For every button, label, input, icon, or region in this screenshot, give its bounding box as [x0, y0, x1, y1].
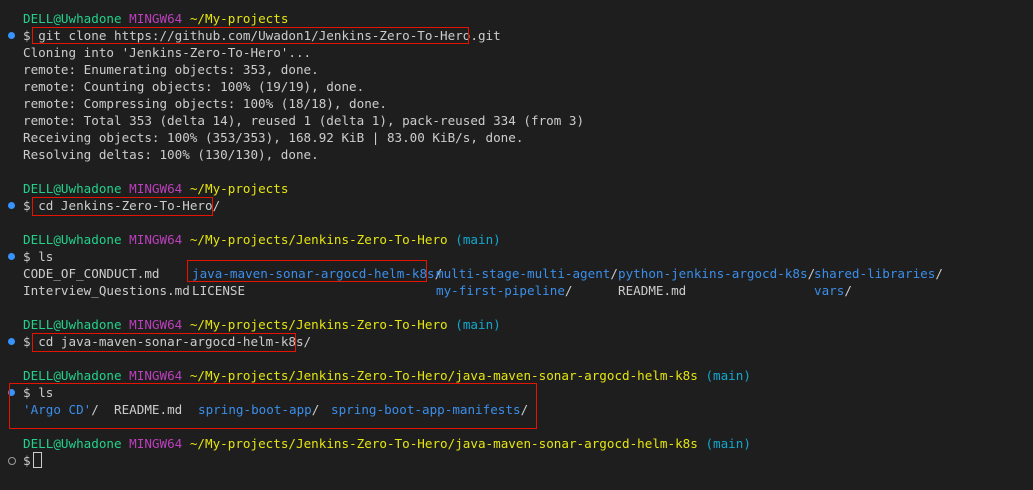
prompt-shell: MINGW64: [129, 436, 183, 451]
output-line: remote: Total 353 (delta 14), reused 1 (…: [23, 113, 585, 128]
prompt-path: ~/My-projects/Jenkins-Zero-To-Hero/java-…: [189, 436, 698, 451]
command-text: ls: [38, 385, 54, 400]
file-entry: Interview_Questions.md: [23, 283, 190, 298]
dir-slash: /: [311, 402, 320, 417]
command-line: $ git clone https://github.com/Uwadon1/J…: [0, 27, 1033, 44]
dir-entry: vars/: [814, 282, 852, 299]
file-entry: LICENSE: [192, 283, 246, 298]
command-text: git clone https://github.com/Uwadon1/Jen…: [38, 28, 501, 43]
prompt-header: DELL@Uwhadone MINGW64 ~/My-projects: [0, 10, 1033, 27]
dir-slash: /: [844, 283, 852, 298]
prompt-shell: MINGW64: [129, 368, 183, 383]
dir-entry: multi-stage-multi-agent/: [436, 265, 618, 282]
output-line: remote: Counting objects: 100% (19/19), …: [23, 79, 365, 94]
command-success-dot-icon[interactable]: [8, 338, 15, 345]
command-text: ls: [38, 249, 54, 264]
dir-entry: 'Argo CD'/: [23, 401, 99, 418]
prompt-user-host: DELL@Uwhadone: [23, 181, 122, 196]
prompt-header: DELL@Uwhadone MINGW64 ~/My-projects: [0, 180, 1033, 197]
prompt-symbol: $: [23, 453, 31, 468]
prompt-symbol: $: [23, 28, 31, 43]
prompt-user-host: DELL@Uwhadone: [23, 317, 122, 332]
dir-name: spring-boot-app: [198, 402, 312, 417]
dir-entry: python-jenkins-argocd-k8s/: [618, 265, 815, 282]
command-text: cd Jenkins-Zero-To-Hero/: [38, 198, 221, 213]
prompt-user-host: DELL@Uwhadone: [23, 11, 122, 26]
git-branch: (main): [705, 436, 751, 451]
terminal-cursor[interactable]: [32, 452, 42, 468]
command-success-dot-icon[interactable]: [8, 253, 15, 260]
prompt-header: DELL@Uwhadone MINGW64 ~/My-projects/Jenk…: [0, 367, 1033, 384]
prompt-shell: MINGW64: [129, 181, 183, 196]
dir-name: my-first-pipeline: [436, 283, 565, 298]
prompt-user-host: DELL@Uwhadone: [23, 232, 122, 247]
output-line: Cloning into 'Jenkins-Zero-To-Hero'...: [23, 45, 312, 60]
dir-entry: my-first-pipeline/: [436, 282, 573, 299]
ls-row: Interview_Questions.md LICENSE my-first-…: [0, 282, 1033, 299]
terminal-window[interactable]: DELL@Uwhadone MINGW64 ~/My-projects $ gi…: [0, 0, 1033, 490]
pending-command-dot-icon: [8, 457, 16, 465]
prompt-header: DELL@Uwhadone MINGW64 ~/My-projects/Jenk…: [0, 316, 1033, 333]
prompt-symbol: $: [23, 334, 31, 349]
output-line: Resolving deltas: 100% (130/130), done.: [23, 147, 319, 162]
command-text: cd java-maven-sonar-argocd-helm-k8s/: [38, 334, 312, 349]
command-line: $ cd java-maven-sonar-argocd-helm-k8s/: [0, 333, 1033, 350]
dir-entry: shared-libraries/: [814, 265, 943, 282]
file-entry: README.md: [114, 402, 183, 417]
dir-slash: /: [91, 402, 99, 417]
ls-row: 'Argo CD'/ README.md spring-boot-app/ sp…: [0, 401, 1033, 418]
dir-name: vars: [814, 283, 845, 298]
command-line: $ ls: [0, 248, 1033, 265]
command-success-dot-icon[interactable]: [8, 389, 15, 396]
prompt-shell: MINGW64: [129, 11, 183, 26]
output-line: Receiving objects: 100% (353/353), 168.9…: [23, 130, 524, 145]
ls-row: CODE_OF_CONDUCT.md java-maven-sonar-argo…: [0, 265, 1033, 282]
file-entry: README.md: [618, 283, 687, 298]
command-success-dot-icon[interactable]: [8, 32, 15, 39]
prompt-path: ~/My-projects/Jenkins-Zero-To-Hero/java-…: [189, 368, 698, 383]
active-command-line[interactable]: $: [0, 452, 1033, 469]
output-line: remote: Compressing objects: 100% (18/18…: [23, 96, 387, 111]
command-success-dot-icon[interactable]: [8, 202, 15, 209]
git-branch: (main): [455, 232, 501, 247]
prompt-path: ~/My-projects/Jenkins-Zero-To-Hero: [189, 232, 448, 247]
prompt-path: ~/My-projects: [189, 181, 289, 196]
dir-slash: /: [610, 266, 618, 281]
dir-name: shared-libraries: [814, 266, 936, 281]
command-line: $ cd Jenkins-Zero-To-Hero/: [0, 197, 1033, 214]
prompt-header: DELL@Uwhadone MINGW64 ~/My-projects/Jenk…: [0, 435, 1033, 452]
dir-slash: /: [520, 402, 529, 417]
dir-name: java-maven-sonar-argocd-helm-k8s: [192, 266, 435, 281]
prompt-path: ~/My-projects: [189, 11, 289, 26]
prompt-symbol: $: [23, 385, 31, 400]
command-line: $ ls: [0, 384, 1033, 401]
git-branch: (main): [455, 317, 501, 332]
dir-slash: /: [564, 283, 573, 298]
prompt-shell: MINGW64: [129, 317, 183, 332]
dir-name: 'Argo CD': [23, 402, 92, 417]
dir-entry: spring-boot-app/: [198, 401, 319, 418]
dir-slash: /: [935, 266, 943, 281]
file-entry: CODE_OF_CONDUCT.md: [23, 266, 160, 281]
dir-name: python-jenkins-argocd-k8s: [618, 266, 808, 281]
prompt-symbol: $: [23, 249, 31, 264]
prompt-user-host: DELL@Uwhadone: [23, 368, 122, 383]
prompt-shell: MINGW64: [129, 232, 183, 247]
prompt-user-host: DELL@Uwhadone: [23, 436, 122, 451]
dir-name: multi-stage-multi-agent: [436, 266, 611, 281]
output-line: remote: Enumerating objects: 353, done.: [23, 62, 319, 77]
git-branch: (main): [705, 368, 751, 383]
prompt-header: DELL@Uwhadone MINGW64 ~/My-projects/Jenk…: [0, 231, 1033, 248]
prompt-path: ~/My-projects/Jenkins-Zero-To-Hero: [189, 317, 448, 332]
dir-entry: java-maven-sonar-argocd-helm-k8s/: [192, 265, 442, 282]
dir-entry: spring-boot-app-manifests/: [331, 401, 528, 418]
prompt-symbol: $: [23, 198, 31, 213]
dir-name: spring-boot-app-manifests: [331, 402, 521, 417]
